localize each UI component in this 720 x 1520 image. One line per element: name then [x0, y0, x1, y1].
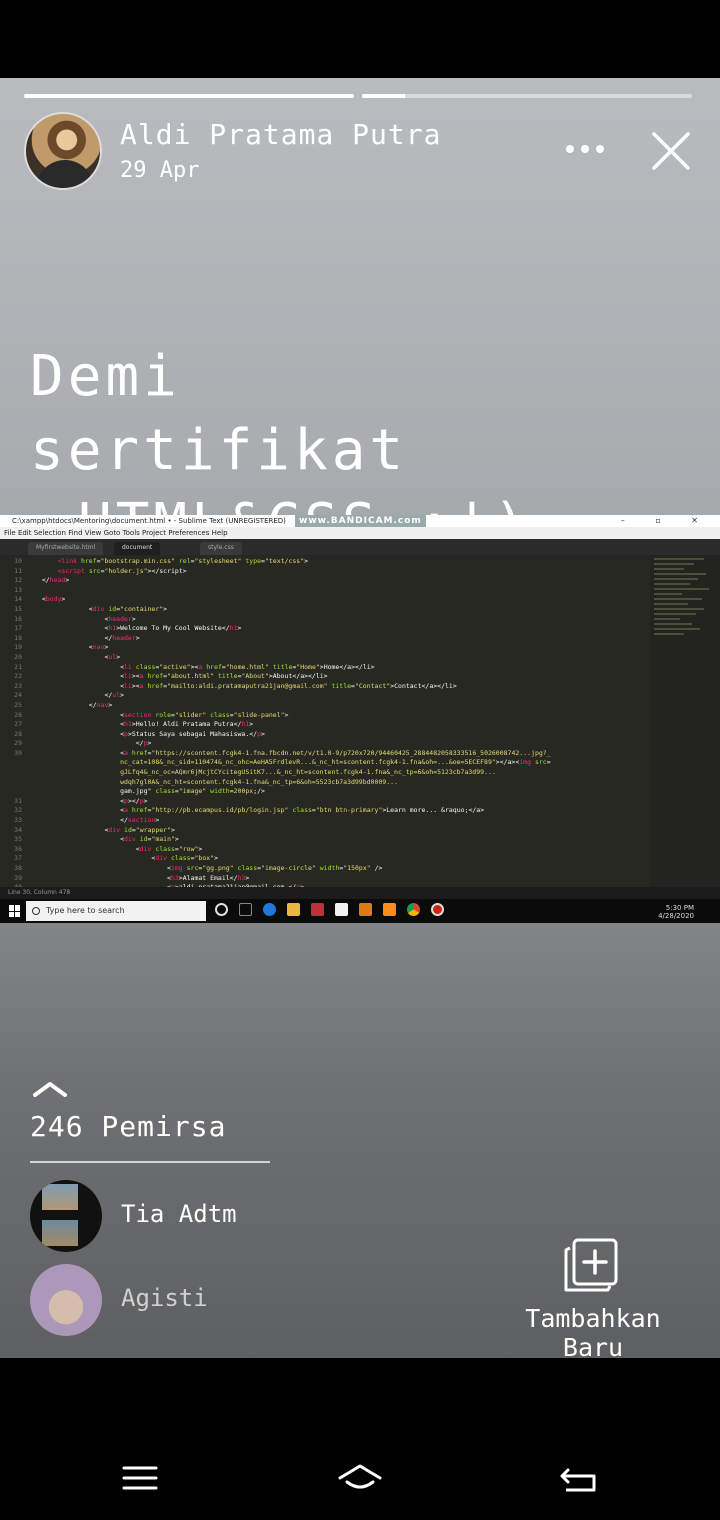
edge-icon: [263, 903, 276, 916]
user-name[interactable]: Aldi Pratama Putra: [120, 118, 441, 151]
taskbar-clock: 5:30 PM 4/28/2020: [658, 904, 694, 920]
close-icon[interactable]: [648, 128, 694, 174]
add-story-icon: [564, 1238, 618, 1292]
story-progress-fill-2: [362, 94, 405, 98]
chevron-up-icon[interactable]: [32, 1078, 68, 1100]
post-date: 29 Apr: [120, 158, 200, 183]
app-icon: [311, 903, 324, 916]
editor-minimap: [650, 555, 720, 887]
chrome-icon: [407, 903, 420, 916]
editor-tab: Myfirstwebsite.html: [28, 542, 104, 555]
story-progress-1: [24, 94, 354, 98]
taskbar-search: Type here to search: [26, 901, 206, 921]
back-icon[interactable]: [558, 1458, 602, 1498]
windows-logo-icon: [9, 905, 21, 917]
viewer-avatar: [30, 1264, 102, 1336]
window-title: C:\xampp\htdocs\Mentoring\document.html …: [0, 515, 720, 527]
viewer-item[interactable]: Tia Adtm: [30, 1180, 450, 1252]
home-icon[interactable]: [338, 1458, 382, 1498]
user-avatar[interactable]: [24, 112, 102, 190]
taskbar-icons: [215, 903, 444, 919]
navigation-bar: [0, 1358, 720, 1520]
viewer-name: Tia Adtm: [121, 1200, 237, 1228]
editor-tab: document: [114, 542, 161, 555]
viewer-name: Agisti: [121, 1284, 208, 1312]
caption-line-1: Demi sertifikat: [30, 344, 408, 483]
add-new-label: Tambahkan Baru: [525, 1304, 661, 1362]
cortana-icon: [215, 903, 228, 916]
story-progress-2: [362, 94, 692, 98]
editor-tab: style.css: [200, 542, 242, 555]
screenshot-image: C:\xampp\htdocs\Mentoring\document.html …: [0, 515, 720, 923]
viewer-item[interactable]: Agisti: [30, 1264, 450, 1336]
more-icon[interactable]: [560, 134, 610, 164]
illustrator-icon: [359, 903, 372, 916]
viewer-avatar: [30, 1180, 102, 1252]
editor-tabbar: Myfirstwebsite.html document style.css: [0, 539, 720, 555]
file-explorer-icon: [287, 903, 300, 916]
divider: [30, 1161, 270, 1163]
editor-menubar: File Edit Selection Find View Goto Tools…: [0, 527, 720, 539]
status-bar: [0, 0, 720, 78]
task-view-icon: [239, 903, 252, 916]
story-progress-fill-1: [24, 94, 354, 98]
windows-taskbar: Type here to search 5:30 PM 4/28/2020: [0, 899, 720, 923]
add-new-story-button[interactable]: Tambahkan Baru: [488, 1238, 698, 1362]
bandicam-watermark: www.BANDICAM.com: [295, 515, 426, 527]
editor-status-line: Line 30, Column 478: [0, 887, 720, 899]
line-numbers: 10 11 12 13 14 15 16 17 18 19 20 21 22 2…: [0, 555, 28, 891]
store-icon: [335, 903, 348, 916]
viewers-count[interactable]: 246 Pemirsa: [30, 1110, 226, 1143]
code-content: <link href="bootstrap.min.css" rel="styl…: [34, 557, 551, 889]
menu-icon[interactable]: [118, 1458, 162, 1498]
sublime-icon: [383, 903, 396, 916]
bandicam-icon: [431, 903, 444, 916]
story-viewer[interactable]: Aldi Pratama Putra 29 Apr Demi sertifika…: [0, 78, 720, 1362]
code-editor: 10 11 12 13 14 15 16 17 18 19 20 21 22 2…: [0, 555, 650, 891]
